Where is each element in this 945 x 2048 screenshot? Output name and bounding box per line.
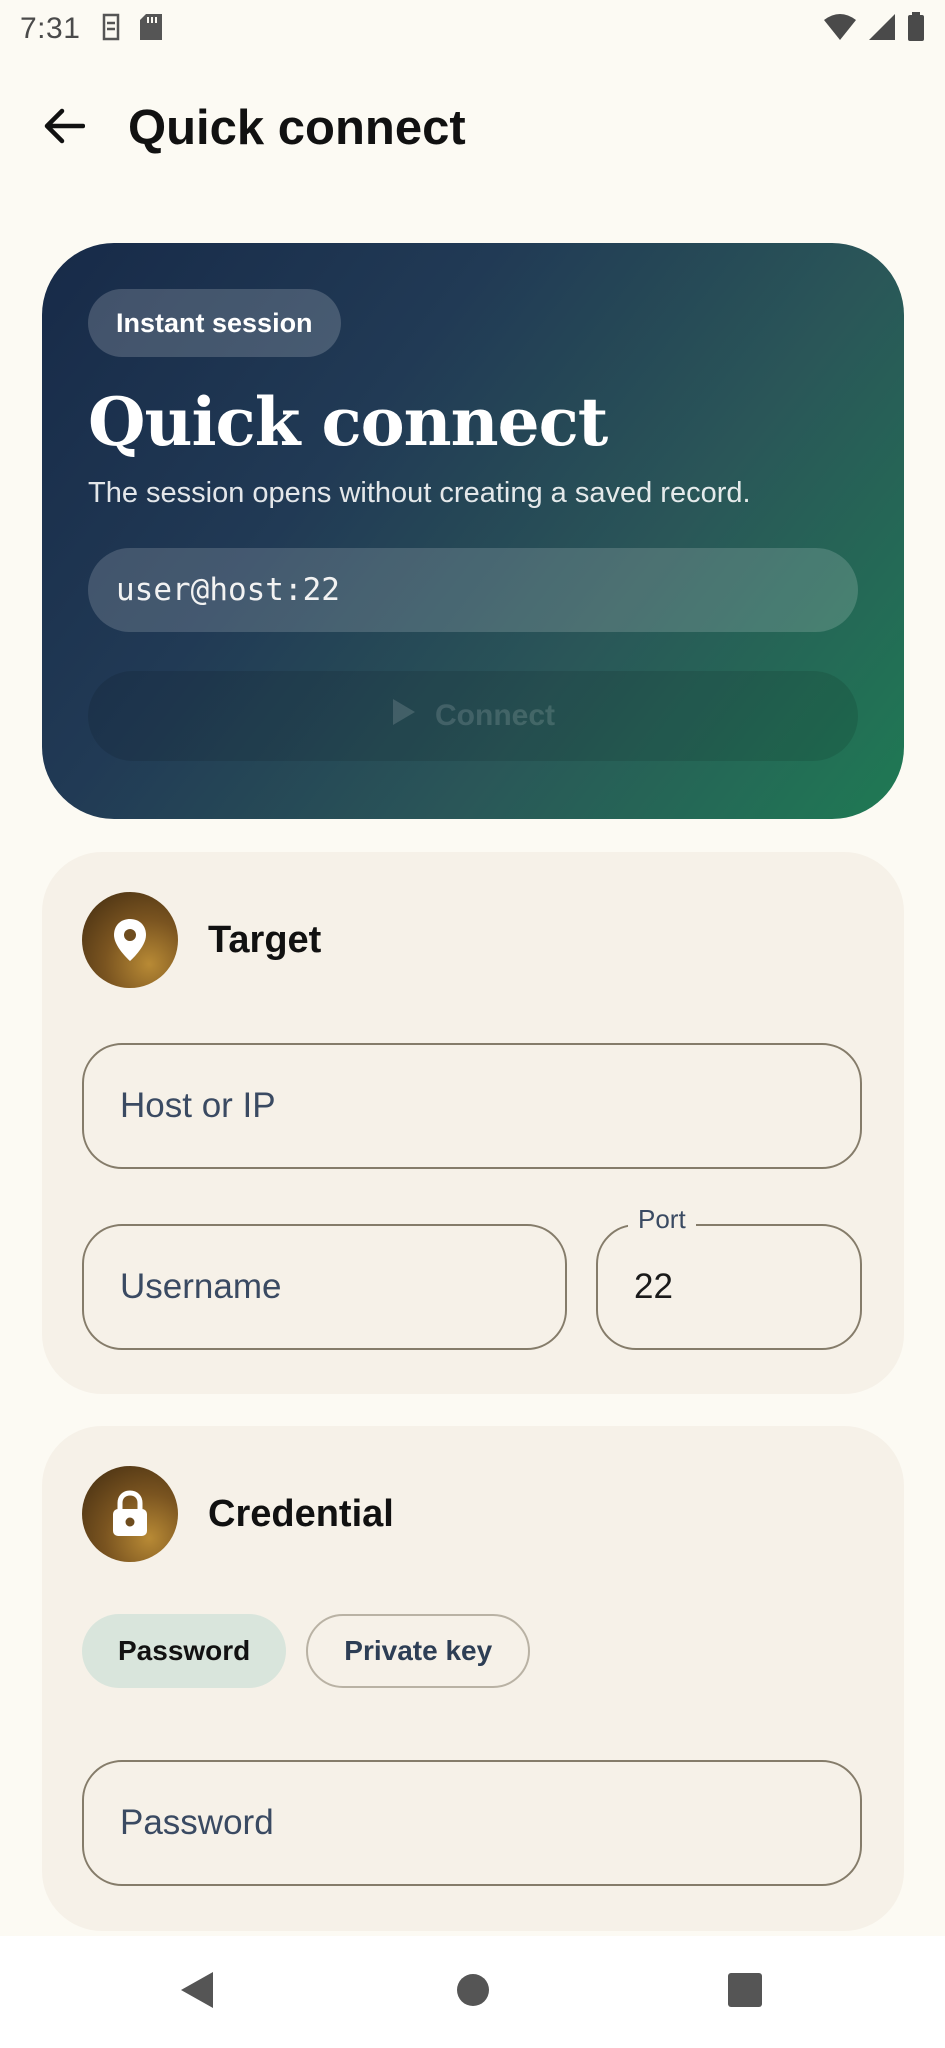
nav-home-button[interactable] <box>453 1972 493 2012</box>
page-title: Quick connect <box>128 101 466 155</box>
port-value: 22 <box>634 1267 673 1306</box>
port-label: Port <box>628 1204 696 1235</box>
hero-card: Instant session Quick connect The sessio… <box>42 243 904 819</box>
wifi-icon <box>823 13 857 46</box>
connection-preview: user@host:22 <box>88 548 858 632</box>
password-method-chip[interactable]: Password <box>82 1614 287 1688</box>
back-triangle-icon <box>179 1970 215 2015</box>
app-bar: Quick connect <box>0 88 945 168</box>
target-card-title: Target <box>208 918 322 961</box>
nav-back-button[interactable] <box>177 1970 217 2015</box>
username-placeholder: Username <box>120 1267 282 1306</box>
connect-button[interactable]: Connect <box>88 671 858 761</box>
sim-icon <box>100 12 122 47</box>
target-card: Target Host or IP Username Port 22 <box>42 852 904 1394</box>
username-field[interactable]: Username <box>82 1224 567 1350</box>
location-pin-icon <box>82 892 178 988</box>
status-time: 7:31 <box>20 12 81 45</box>
credential-card: Credential Password Private key Password <box>42 1426 904 1931</box>
signal-icon <box>867 13 897 46</box>
password-placeholder: Password <box>120 1803 274 1842</box>
status-right-icons <box>823 11 925 47</box>
home-circle-icon <box>455 1972 491 2013</box>
arrow-left-icon <box>43 108 86 149</box>
hero-title: Quick connect <box>88 383 608 461</box>
battery-icon <box>907 11 925 47</box>
private-key-method-chip[interactable]: Private key <box>306 1614 531 1688</box>
password-field[interactable]: Password <box>82 1760 862 1886</box>
lock-icon <box>82 1466 178 1562</box>
back-button[interactable] <box>24 88 104 168</box>
instant-session-chip: Instant session <box>88 289 341 357</box>
port-field[interactable]: Port 22 <box>596 1204 862 1350</box>
sd-card-icon <box>138 12 164 47</box>
host-placeholder: Host or IP <box>120 1086 276 1125</box>
system-nav-bar <box>0 1936 945 2048</box>
nav-recents-button[interactable] <box>725 1972 765 2012</box>
credential-card-header: Credential <box>82 1466 394 1562</box>
connect-button-label: Connect <box>435 699 555 732</box>
hero-subtitle: The session opens without creating a sav… <box>88 477 751 509</box>
host-field[interactable]: Host or IP <box>82 1043 862 1169</box>
target-card-header: Target <box>82 892 321 988</box>
play-icon <box>391 697 417 735</box>
credential-method-selector: Password Private key <box>82 1614 531 1688</box>
status-bar: 7:31 <box>0 0 945 58</box>
recents-square-icon <box>727 1972 763 2013</box>
status-left-icons <box>100 12 164 47</box>
credential-card-title: Credential <box>208 1492 394 1535</box>
